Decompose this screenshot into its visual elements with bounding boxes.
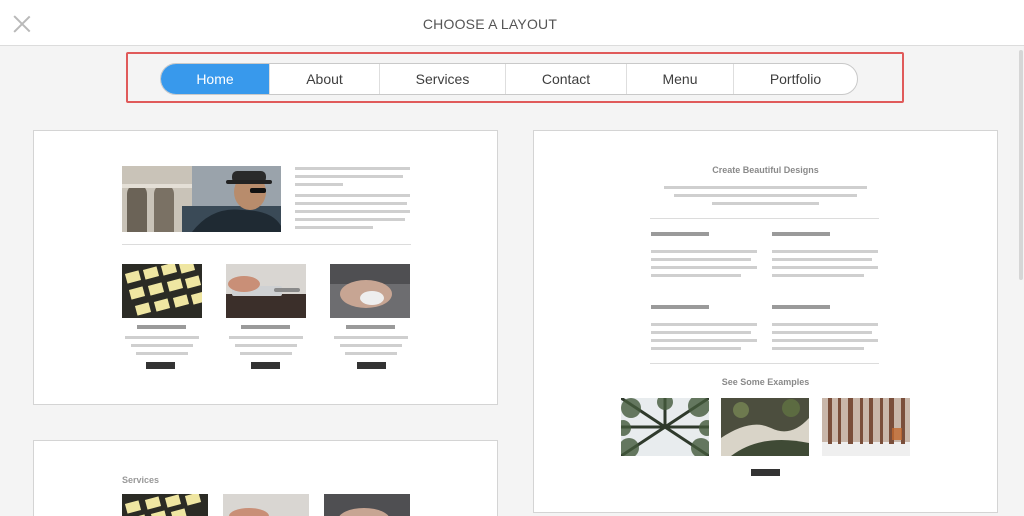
text-line <box>772 347 864 350</box>
text-line <box>125 336 199 339</box>
photo-winter-trees <box>822 398 910 456</box>
text-line <box>772 250 878 253</box>
text-line <box>651 347 741 350</box>
tab-menu[interactable]: Menu <box>627 64 734 94</box>
tab-services[interactable]: Services <box>380 64 506 94</box>
item-title-line <box>137 325 186 329</box>
text-line <box>340 344 402 347</box>
text-line <box>295 210 410 213</box>
text-line <box>674 194 857 197</box>
text-line <box>240 352 292 355</box>
item-button-placeholder <box>146 362 175 369</box>
tab-about[interactable]: About <box>270 64 380 94</box>
photo-keyboard <box>223 494 309 516</box>
tab-contact[interactable]: Contact <box>506 64 627 94</box>
text-line <box>651 323 757 326</box>
text-line <box>345 352 397 355</box>
tab-portfolio[interactable]: Portfolio <box>734 64 857 94</box>
layout-card-home-2[interactable]: Create Beautiful Designs See Some Exampl… <box>533 130 998 513</box>
text-line <box>334 336 408 339</box>
item-button-placeholder <box>251 362 280 369</box>
column-title-line <box>772 305 830 309</box>
hero-photo-man <box>122 166 281 232</box>
text-line <box>295 202 407 205</box>
text-line <box>772 323 878 326</box>
text-line <box>136 352 188 355</box>
photo-mouse-hand <box>324 494 410 516</box>
photo-keyboard <box>226 264 306 318</box>
divider <box>122 244 411 245</box>
photo-sticky-notes <box>122 264 202 318</box>
layout-card-home-1[interactable] <box>33 130 498 405</box>
column-title-line <box>772 232 830 236</box>
text-line <box>229 336 303 339</box>
tab-home[interactable]: Home <box>161 64 270 94</box>
text-line <box>295 167 410 170</box>
photo-aerial-landscape <box>721 398 809 456</box>
layout-heading: Services <box>122 475 160 485</box>
photo-mouse-hand <box>330 264 410 318</box>
scrollbar[interactable] <box>1019 50 1023 280</box>
text-line <box>772 266 878 269</box>
text-line <box>295 183 343 186</box>
text-line <box>651 250 757 253</box>
text-line <box>295 175 403 178</box>
item-title-line <box>241 325 290 329</box>
text-line <box>235 344 297 347</box>
dialog-header: CHOOSE A LAYOUT <box>0 0 1024 46</box>
column-title-line <box>651 232 709 236</box>
column-title-line <box>651 305 709 309</box>
dialog-title: CHOOSE A LAYOUT <box>422 16 558 32</box>
text-line <box>772 331 872 334</box>
examples-heading: See Some Examples <box>721 377 810 387</box>
text-line <box>772 274 864 277</box>
item-title-line <box>346 325 395 329</box>
text-line <box>772 258 872 261</box>
layout-card-services[interactable]: Services <box>33 440 498 516</box>
item-button-placeholder <box>357 362 386 369</box>
photo-forest-canopy <box>621 398 709 456</box>
text-line <box>772 339 878 342</box>
text-line <box>651 331 751 334</box>
text-line <box>295 218 405 221</box>
text-line <box>131 344 193 347</box>
text-line <box>295 226 373 229</box>
divider <box>650 363 879 364</box>
text-line <box>651 274 741 277</box>
text-line <box>651 258 751 261</box>
text-line <box>712 202 819 205</box>
text-line <box>295 194 410 197</box>
divider <box>650 218 879 219</box>
page-tabs: Home About Services Contact Menu Portfol… <box>160 63 858 95</box>
layout-heading: Create Beautiful Designs <box>712 165 819 175</box>
photo-sticky-notes <box>122 494 208 516</box>
text-line <box>651 339 757 342</box>
text-line <box>664 186 867 189</box>
text-line <box>651 266 757 269</box>
item-button-placeholder <box>751 469 780 476</box>
